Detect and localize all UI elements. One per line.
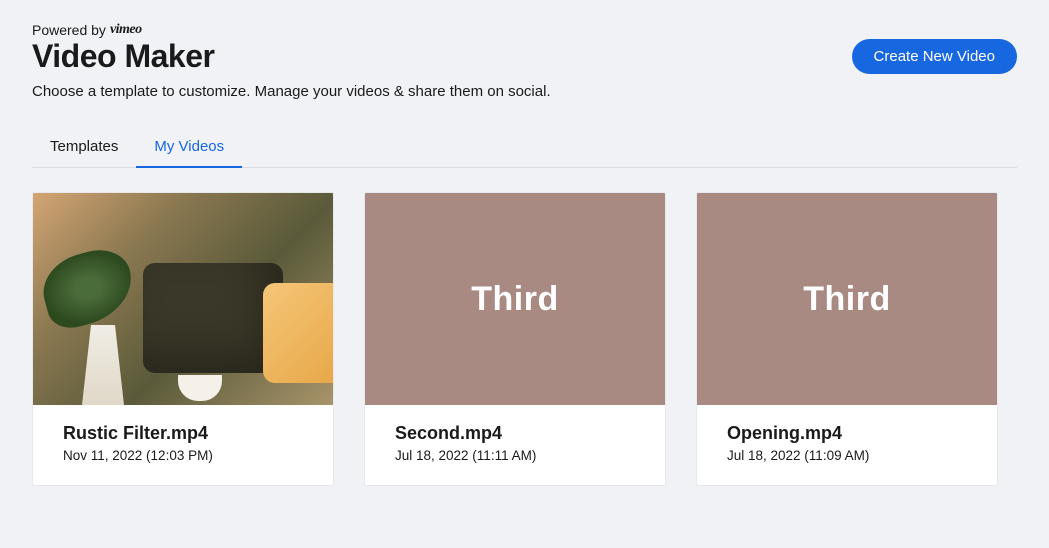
vimeo-logo: vimeo: [110, 22, 142, 38]
thumbnail-decor: [178, 375, 222, 401]
video-title: Opening.mp4: [727, 423, 967, 444]
video-title: Rustic Filter.mp4: [63, 423, 303, 444]
thumbnail-decor: [263, 283, 333, 383]
powered-by-text: Powered by: [32, 22, 106, 38]
page-subtitle: Choose a template to customize. Manage y…: [32, 83, 1017, 100]
video-grid: Rustic Filter.mp4 Nov 11, 2022 (12:03 PM…: [32, 192, 1017, 486]
video-thumbnail: Third: [365, 193, 665, 405]
thumbnail-text: Third: [803, 280, 890, 319]
powered-by: Powered by vimeo: [32, 22, 1017, 38]
video-meta: Nov 11, 2022 (12:03 PM): [63, 448, 303, 463]
thumbnail-text: Third: [471, 280, 558, 319]
page-title: Video Maker: [32, 38, 214, 75]
tab-templates[interactable]: Templates: [50, 138, 118, 167]
video-title: Second.mp4: [395, 423, 635, 444]
video-card[interactable]: Third Second.mp4 Jul 18, 2022 (11:11 AM): [364, 192, 666, 486]
thumbnail-decor: [143, 263, 283, 373]
video-meta: Jul 18, 2022 (11:09 AM): [727, 448, 967, 463]
video-thumbnail: [33, 193, 333, 405]
tab-my-videos[interactable]: My Videos: [154, 138, 224, 167]
video-card[interactable]: Rustic Filter.mp4 Nov 11, 2022 (12:03 PM…: [32, 192, 334, 486]
video-meta: Jul 18, 2022 (11:11 AM): [395, 448, 635, 463]
video-card[interactable]: Third Opening.mp4 Jul 18, 2022 (11:09 AM…: [696, 192, 998, 486]
create-new-video-button[interactable]: Create New Video: [852, 39, 1017, 74]
tabs: Templates My Videos: [32, 138, 1017, 168]
video-thumbnail: Third: [697, 193, 997, 405]
